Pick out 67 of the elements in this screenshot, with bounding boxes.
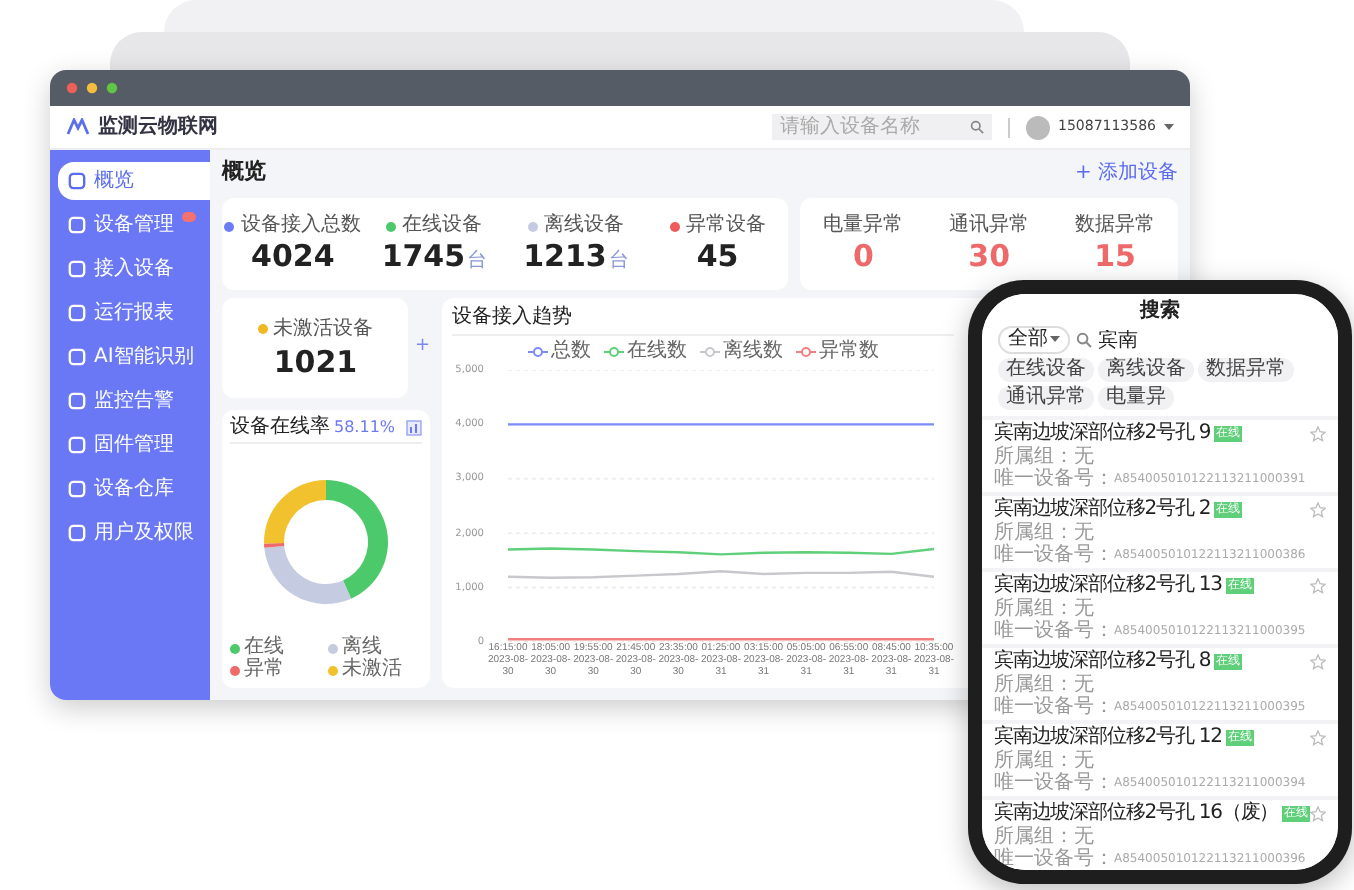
logo-text: 监测云物联网 bbox=[98, 113, 218, 142]
online-rate-value: 58.11% bbox=[334, 420, 396, 436]
filter-chip[interactable]: 离线设备 bbox=[1098, 358, 1194, 382]
device-group: 所属组：无 bbox=[994, 674, 1306, 696]
device-name: 宾南边坡深部位移2号孔 16（废） bbox=[994, 802, 1279, 825]
alert-value: 15 bbox=[1094, 242, 1136, 272]
device-group: 所属组：无 bbox=[994, 522, 1306, 544]
card-title: 设备接入趋势 bbox=[452, 308, 954, 336]
page-title: 概览 bbox=[222, 155, 266, 188]
device-group: 所属组：无 bbox=[994, 446, 1306, 468]
device-name: 宾南边坡深部位移2号孔 12 bbox=[994, 726, 1222, 749]
legend-label: 离线数 bbox=[723, 342, 783, 362]
stat-label: 离线设备 bbox=[543, 216, 624, 236]
legend-label: 总数 bbox=[551, 342, 591, 362]
legend-label: 异常 bbox=[244, 660, 284, 680]
alert-value: 0 bbox=[852, 242, 874, 272]
sidebar-item[interactable]: 接入设备 bbox=[58, 250, 210, 288]
filter-chip[interactable]: 数据异常 bbox=[1198, 358, 1294, 382]
stat-value: 1745 bbox=[381, 242, 466, 272]
stat-value: 1021 bbox=[273, 347, 358, 377]
search-field[interactable]: 请输入设备名称 bbox=[772, 114, 992, 140]
device-group: 所属组：无 bbox=[994, 598, 1306, 620]
device-id-label: 唯一设备号： bbox=[994, 696, 1114, 718]
legend-label: 在线 bbox=[244, 638, 284, 658]
sidebar-item[interactable]: 用户及权限 bbox=[58, 514, 210, 552]
sidebar-item[interactable]: 概览 bbox=[58, 162, 210, 200]
filter-chip[interactable]: 在线设备 bbox=[998, 358, 1094, 382]
device-id-label: 唯一设备号： bbox=[994, 620, 1114, 642]
alert-label: 通讯异常 bbox=[949, 216, 1030, 236]
filter-chip[interactable]: 通讯异常 bbox=[998, 386, 1094, 410]
alert-label: 电量异常 bbox=[823, 216, 904, 236]
sidebar-item[interactable]: 固件管理 bbox=[58, 426, 210, 464]
stat-label: 未激活设备 bbox=[273, 319, 374, 339]
stat-label: 异常设备 bbox=[685, 216, 766, 236]
device-name: 宾南边坡深部位移2号孔 13 bbox=[994, 574, 1222, 597]
device-id-label: 唯一设备号： bbox=[994, 468, 1114, 490]
filter-dropdown[interactable]: 全部 bbox=[998, 326, 1070, 354]
phone-title: 搜索 bbox=[1137, 302, 1182, 322]
stat-value: 4024 bbox=[251, 242, 335, 272]
stat-value: 1213 bbox=[523, 242, 607, 272]
sidebar-item[interactable]: 监控告警 bbox=[58, 382, 210, 420]
device-name: 宾南边坡深部位移2号孔 9 bbox=[994, 422, 1211, 445]
stat-unit: 台 bbox=[467, 252, 488, 272]
alert-value: 30 bbox=[968, 242, 1011, 272]
legend-label: 未激活 bbox=[342, 660, 402, 680]
device-id-label: 唯一设备号： bbox=[994, 772, 1114, 794]
legend-label: 离线 bbox=[342, 638, 382, 658]
card-title: 设备在线率 bbox=[230, 418, 330, 438]
filter-chip[interactable]: 电量异 bbox=[1098, 386, 1174, 410]
sidebar-item[interactable]: 设备管理 bbox=[58, 206, 210, 244]
legend-label: 异常数 bbox=[819, 342, 879, 362]
stat-unit: 台 bbox=[608, 252, 629, 272]
device-name: 宾南边坡深部位移2号孔 8 bbox=[994, 650, 1211, 673]
alert-label: 数据异常 bbox=[1075, 216, 1156, 236]
search-field[interactable]: 宾南 bbox=[1098, 329, 1322, 351]
legend-label: 在线数 bbox=[627, 342, 687, 362]
add-device-link[interactable]: + 添加设备 bbox=[1074, 157, 1178, 187]
device-group: 所属组：无 bbox=[994, 750, 1306, 772]
sidebar-item[interactable]: 运行报表 bbox=[58, 294, 210, 332]
stat-label: 在线设备 bbox=[402, 216, 483, 236]
stat-label: 设备接入总数 bbox=[240, 216, 361, 236]
device-group: 所属组：无 bbox=[994, 826, 1306, 848]
device-id-label: 唯一设备号： bbox=[994, 544, 1114, 566]
stat-value: 45 bbox=[696, 242, 739, 272]
sidebar-item[interactable]: 设备仓库 bbox=[58, 470, 210, 508]
device-name: 宾南边坡深部位移2号孔 2 bbox=[994, 498, 1211, 521]
sidebar-item[interactable]: AI智能识别 bbox=[58, 338, 210, 376]
